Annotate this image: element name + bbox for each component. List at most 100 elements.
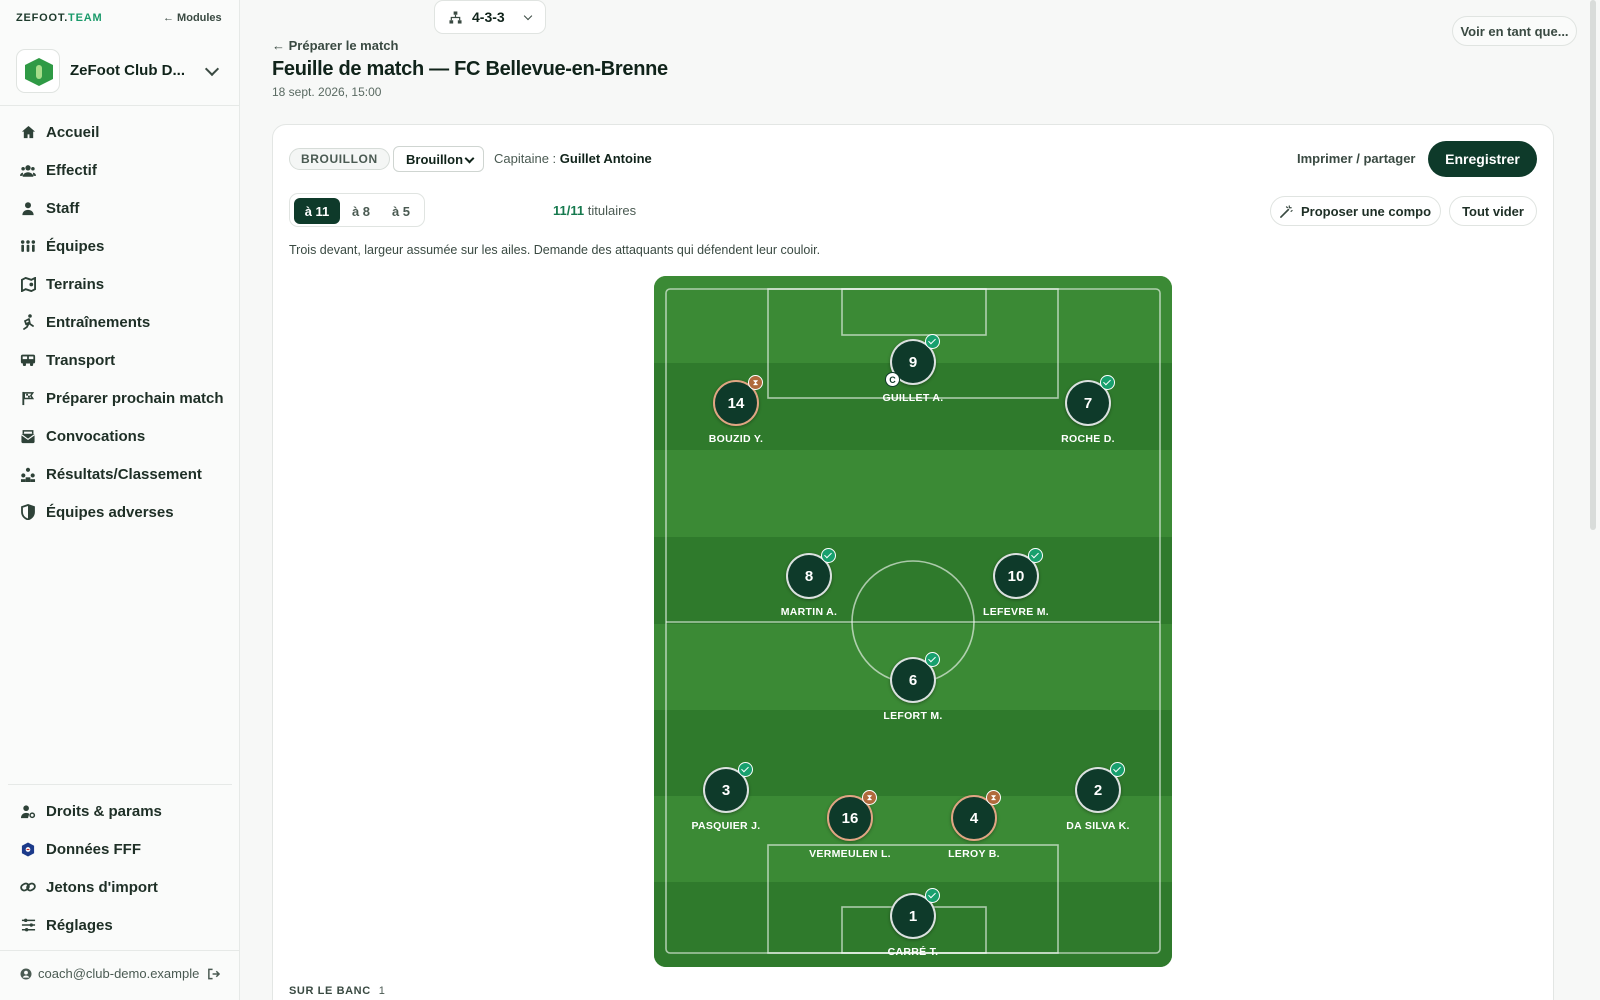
- player-name: ROCHE D.: [1061, 433, 1115, 445]
- envelope-icon: [20, 428, 36, 444]
- home-icon: [20, 124, 36, 140]
- running-icon: [20, 314, 36, 330]
- match-date: 18 sept. 2026, 15:00: [272, 85, 382, 99]
- secondary-nav: Droits & params Données FFF Jetons d'imp…: [0, 792, 240, 944]
- captain-name: Guillet Antoine: [559, 151, 652, 166]
- confirmed-check-icon: [1028, 548, 1043, 563]
- confirmed-check-icon: [925, 334, 940, 349]
- fff-logo-icon: [20, 841, 36, 857]
- sidebar-item-droits[interactable]: Droits & params: [0, 792, 240, 830]
- player-name: LEFORT M.: [883, 710, 943, 722]
- football-pitch: 9 C GUILLET A. 14 ⧗ BOUZID Y. 7 ROCHE D.…: [654, 276, 1172, 967]
- sidebar-item-equipes[interactable]: Équipes: [0, 227, 240, 265]
- sidebar-item-label: Préparer prochain match: [46, 389, 224, 407]
- person-icon: [20, 200, 36, 216]
- sidebar-item-label: Accueil: [46, 123, 100, 141]
- club-name: ZeFoot Club D...: [70, 62, 185, 79]
- hourglass-icon: ⧗: [986, 790, 1001, 805]
- sidebar-item-label: Transport: [46, 351, 116, 369]
- sliders-icon: [20, 917, 36, 933]
- ranking-icon: [20, 466, 36, 482]
- page-title: Feuille de match — FC Bellevue-en-Brenne: [272, 58, 668, 80]
- flag-icon: [20, 390, 36, 406]
- starters-label: titulaires: [587, 203, 637, 218]
- captain-badge: C: [885, 372, 900, 387]
- formation-value: 4-3-3: [472, 9, 505, 25]
- user-email: coach@club-demo.example: [38, 966, 200, 981]
- modules-link[interactable]: ← Modules: [163, 12, 222, 24]
- sidebar-item-resultats[interactable]: Résultats/Classement: [0, 455, 240, 493]
- clear-all-button[interactable]: Tout vider: [1449, 196, 1537, 226]
- sidebar-item-convocations[interactable]: Convocations: [0, 417, 240, 455]
- sidebar-item-reglages[interactable]: Réglages: [0, 906, 240, 944]
- formation-select[interactable]: 4-3-3: [434, 0, 546, 34]
- sidebar-item-preparer-match[interactable]: Préparer prochain match: [0, 379, 240, 417]
- player-name: MARTIN A.: [780, 606, 838, 618]
- hourglass-icon: ⧗: [748, 375, 763, 390]
- format-11-button[interactable]: à 11: [294, 198, 340, 224]
- format-8-button[interactable]: à 8: [342, 198, 380, 224]
- sidebar: ZEFOOT.TEAM ← Modules ZeFoot Club D... A…: [0, 0, 240, 1000]
- chevron-down-icon: [204, 61, 220, 77]
- sidebar-item-label: Staff: [46, 199, 80, 217]
- bench-section-header: SUR LE BANC 1: [289, 985, 386, 997]
- player-name: PASQUIER J.: [691, 820, 761, 832]
- sidebar-item-label: Terrains: [46, 275, 105, 293]
- brand-logo[interactable]: ZEFOOT.TEAM: [16, 12, 102, 24]
- sidebar-item-label: Droits & params: [46, 802, 162, 820]
- sidebar-item-donnees-fff[interactable]: Données FFF: [0, 830, 240, 868]
- sidebar-item-label: Entraînements: [46, 313, 151, 331]
- confirmed-check-icon: [1100, 375, 1115, 390]
- people-icon: [20, 162, 36, 178]
- sidebar-item-jetons[interactable]: Jetons d'import: [0, 868, 240, 906]
- view-as-button[interactable]: Voir en tant que...: [1452, 16, 1577, 46]
- sidebar-item-label: Équipes adverses: [46, 503, 174, 521]
- format-5-button[interactable]: à 5: [382, 198, 420, 224]
- bench-count: 1: [378, 985, 386, 997]
- status-select-value: Brouillon: [406, 151, 464, 167]
- player-name: DA SILVA K.: [1066, 820, 1130, 832]
- user-account: coach@club-demo.example: [20, 966, 221, 981]
- sidebar-item-terrains[interactable]: Terrains: [0, 265, 240, 303]
- sidebar-item-effectif[interactable]: Effectif: [0, 151, 240, 189]
- captain-info: Capitaine : Guillet Antoine: [494, 151, 652, 166]
- user-circle-icon: [20, 968, 32, 980]
- sidebar-item-accueil[interactable]: Accueil: [0, 113, 240, 151]
- sidebar-divider: [8, 784, 232, 785]
- bench-label: SUR LE BANC: [289, 985, 371, 997]
- team-icon: [20, 238, 36, 254]
- sidebar-item-label: Équipes: [46, 237, 105, 255]
- player-name: LEFEVRE M.: [982, 606, 1049, 618]
- player-name: CARRÉ T.: [887, 946, 939, 958]
- player-name: LEROY B.: [948, 848, 1000, 860]
- captain-label: Capitaine :: [494, 151, 557, 166]
- field-map-icon: [20, 276, 36, 292]
- formation-tree-icon: [449, 10, 462, 24]
- magic-wand-icon: [1280, 204, 1293, 218]
- club-selector[interactable]: ZeFoot Club D...: [16, 49, 224, 93]
- status-badge: BROUILLON: [289, 148, 390, 170]
- starters-count: 11/11: [553, 203, 585, 218]
- sidebar-item-label: Convocations: [46, 427, 146, 445]
- back-to-prepare-match-link[interactable]: ← Préparer le match: [272, 38, 398, 53]
- page-scrollbar[interactable]: [1590, 0, 1596, 530]
- chevron-down-icon: [523, 11, 533, 21]
- print-share-link[interactable]: Imprimer / partager: [1297, 151, 1416, 166]
- sidebar-item-equipes-adverses[interactable]: Équipes adverses: [0, 493, 240, 531]
- sidebar-item-label: Données FFF: [46, 840, 142, 858]
- sidebar-item-staff[interactable]: Staff: [0, 189, 240, 227]
- format-toggle: à 11 à 8 à 5: [289, 193, 425, 227]
- sidebar-item-transport[interactable]: Transport: [0, 341, 240, 379]
- logout-icon[interactable]: [207, 968, 221, 980]
- confirmed-check-icon: [1110, 762, 1125, 777]
- player-name: VERMEULEN L.: [809, 848, 891, 860]
- status-select[interactable]: Brouillon: [393, 146, 484, 172]
- save-button[interactable]: Enregistrer: [1428, 141, 1537, 177]
- propose-lineup-button[interactable]: Proposer une compo: [1270, 196, 1441, 226]
- sidebar-item-entrainements[interactable]: Entraînements: [0, 303, 240, 341]
- player-name: BOUZID Y.: [708, 433, 764, 445]
- confirmed-check-icon: [821, 548, 836, 563]
- club-logo-icon: [16, 49, 60, 93]
- main-nav: Accueil Effectif Staff Équipes Terrains …: [0, 113, 240, 531]
- player-name: GUILLET A.: [882, 392, 944, 404]
